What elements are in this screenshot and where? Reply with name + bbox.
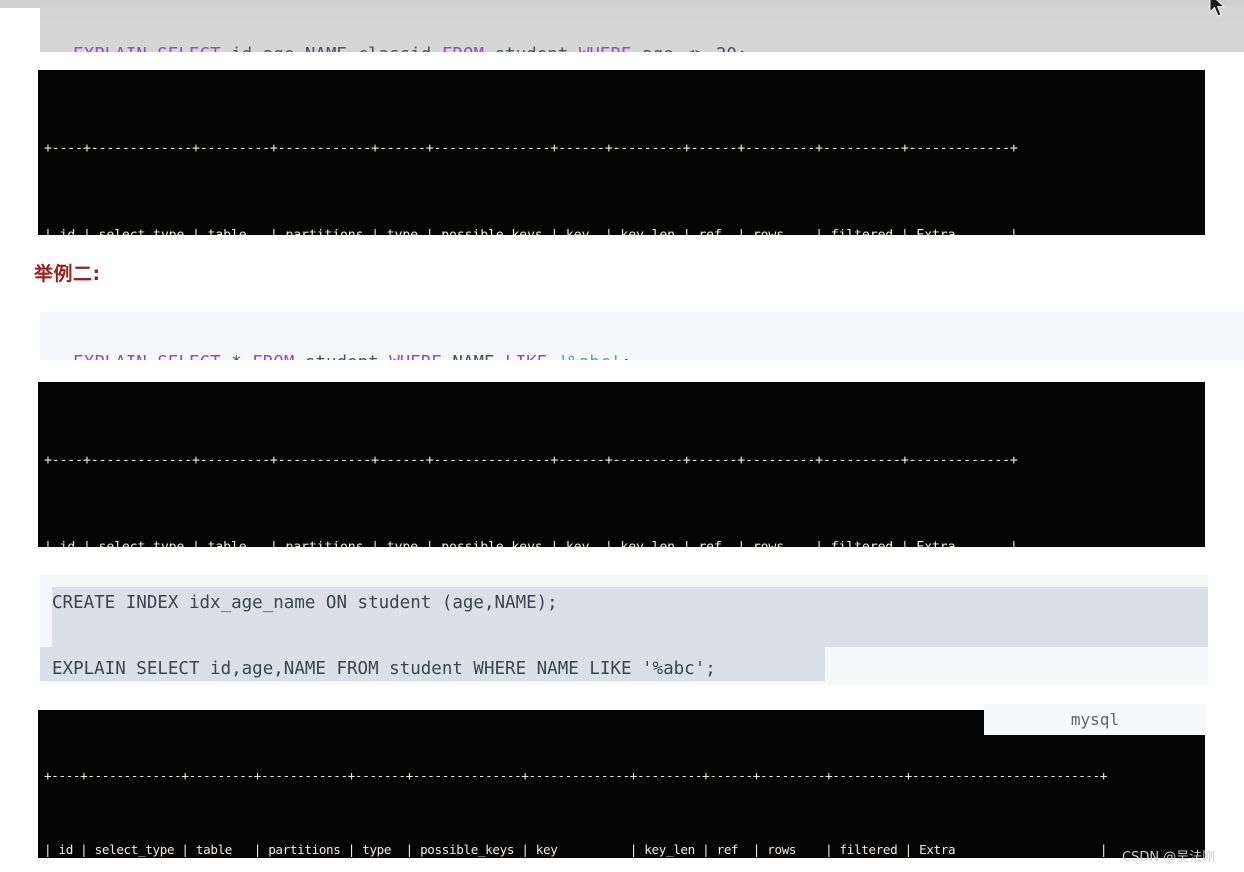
sql-token: SELECT: [157, 45, 220, 52]
mysql-label-overlay: mysql: [984, 704, 1206, 735]
terminal-line: | id | select_type | table | partitions …: [44, 221, 1205, 235]
terminal-line: +----+-------------+---------+----------…: [44, 768, 1108, 784]
sql-line-explain-3: EXPLAIN SELECT id,age,NAME FROM student …: [52, 659, 716, 679]
sql-token: FROM: [252, 353, 294, 360]
terminal-line: | id | select_type | table | partitions …: [44, 533, 1205, 547]
sql-token: *: [221, 353, 253, 360]
sql-line-create-index: CREATE INDEX idx_age_name ON student (ag…: [52, 593, 558, 613]
sql-token: age <> 20;: [632, 45, 747, 52]
sql-token: LIKE: [505, 353, 547, 360]
sql-code-block-3[interactable]: CREATE INDEX idx_age_name ON student (ag…: [40, 575, 1208, 685]
csdn-watermark: CSDN @吴法刚: [1122, 850, 1216, 865]
page-heading-example-two: 举例二:: [34, 263, 101, 285]
sql-line-1: EXPLAIN SELECT id,age,NAME,classid FROM …: [73, 45, 747, 52]
sql-token: WHERE: [389, 353, 442, 360]
terminal-line: +----+-------------+---------+----------…: [44, 453, 1018, 468]
sql-token: EXPLAIN: [73, 45, 147, 52]
sql-code-block-2[interactable]: EXPLAIN SELECT * FROM student WHERE NAME…: [40, 312, 1244, 360]
sql-token: student: [484, 45, 579, 52]
sql-token: WHERE: [579, 45, 632, 52]
sql-token: SELECT: [157, 353, 220, 360]
terminal-output-2: +----+-------------+---------+----------…: [38, 382, 1205, 547]
sql-token: NAME: [442, 353, 505, 360]
sql-token: id,age,NAME,classid: [221, 45, 442, 52]
terminal-line: +----+-------------+---------+----------…: [44, 141, 1018, 156]
terminal-output-1: +----+-------------+---------+----------…: [38, 70, 1205, 235]
sql-token: EXPLAIN: [73, 353, 147, 360]
sql-code-block-1[interactable]: EXPLAIN SELECT id,age,NAME,classid FROM …: [40, 4, 1244, 52]
sql-token: FROM: [442, 45, 484, 52]
terminal-line: | id | select_type | table | partitions …: [44, 841, 1108, 857]
sql-token: '%abc': [558, 353, 621, 360]
sql-token: student: [294, 353, 389, 360]
sql-token: ;: [621, 353, 632, 360]
sql-line-2: EXPLAIN SELECT * FROM student WHERE NAME…: [73, 353, 632, 360]
